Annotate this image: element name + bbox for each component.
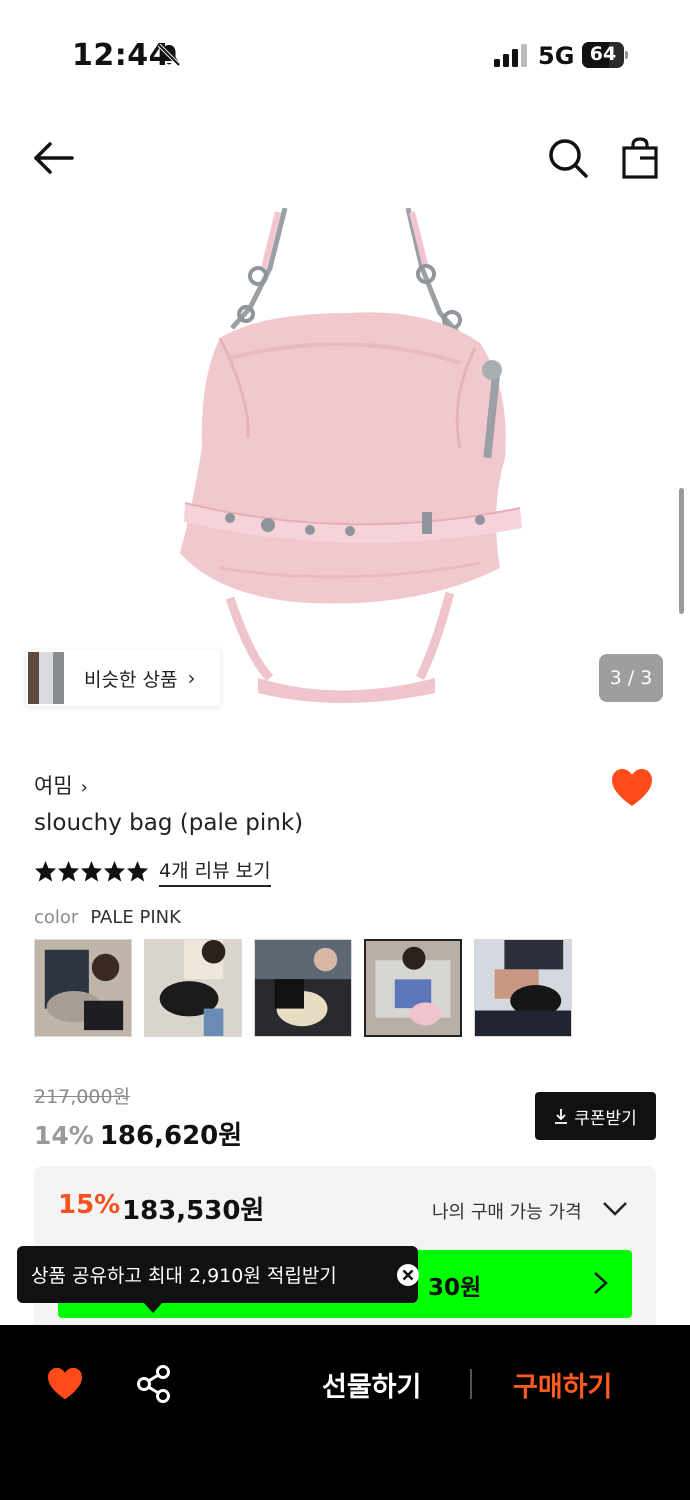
scroll-indicator[interactable] (679, 488, 684, 614)
star-icon (126, 860, 149, 882)
similar-product-thumbnail (28, 652, 64, 704)
share-reward-tooltip: 상품 공유하고 최대 2,910원 적립받기 (17, 1246, 419, 1313)
similar-products-label: 비슷한 상품 (84, 668, 178, 691)
best-discount-percent: 15% (58, 1190, 121, 1220)
best-price: 183,530원 (122, 1196, 265, 1226)
chevron-right-icon: › (80, 777, 88, 798)
chevron-right-icon: › (187, 666, 196, 690)
star-icon (80, 860, 103, 882)
shopping-bag-icon[interactable] (620, 136, 660, 180)
rating: 4개 리뷰 보기 (34, 856, 271, 887)
tooltip-arrow (143, 1302, 163, 1313)
sale-price: 186,620원 (99, 1121, 243, 1151)
close-icon[interactable] (397, 1264, 419, 1286)
color-swatch[interactable] (364, 939, 462, 1037)
top-navigation (0, 126, 690, 190)
star-rating (34, 860, 149, 882)
coupon-label: 쿠폰받기 (574, 1108, 637, 1129)
chevron-down-icon[interactable] (602, 1200, 628, 1218)
bell-muted-icon (157, 43, 181, 67)
download-icon (555, 1109, 568, 1124)
image-page-counter: 3 / 3 (599, 654, 663, 702)
chevron-right-icon (594, 1272, 608, 1294)
bottom-action-bar: 선물하기 구매하기 (0, 1325, 690, 1500)
color-swatch[interactable] (34, 939, 132, 1037)
discount-percent: 14% (34, 1121, 94, 1150)
color-swatch[interactable] (254, 939, 352, 1037)
heart-icon[interactable] (610, 768, 654, 808)
sale-price-row: 14% 186,620원 (34, 1115, 242, 1152)
search-icon[interactable] (546, 136, 590, 180)
signal-icon (494, 44, 527, 67)
color-option: color PALE PINK (34, 907, 181, 928)
share-icon[interactable] (136, 1365, 172, 1403)
color-swatches (34, 939, 584, 1037)
brand-link[interactable]: 여밈 › (34, 770, 88, 800)
benefit-amount: 30원 (428, 1275, 482, 1301)
network-type: 5G (538, 42, 575, 70)
battery-icon: 64 (582, 42, 628, 68)
my-price-toggle[interactable]: 나의 구매 가능 가격 (432, 1198, 582, 1224)
color-swatch[interactable] (474, 939, 572, 1037)
review-link[interactable]: 4개 리뷰 보기 (159, 856, 271, 887)
brand-name: 여밈 (34, 774, 73, 798)
color-label: color (34, 907, 79, 928)
color-value: PALE PINK (90, 907, 181, 928)
star-icon (57, 860, 80, 882)
original-price: 217,000원 (34, 1086, 131, 1108)
heart-icon[interactable] (46, 1367, 84, 1401)
status-bar: 12:44 5G 64 (0, 0, 690, 110)
battery-level: 64 (589, 43, 617, 65)
similar-products-button[interactable]: 비슷한 상품 › (26, 650, 220, 706)
gift-button[interactable]: 선물하기 (322, 1365, 421, 1404)
coupon-button[interactable]: 쿠폰받기 (535, 1092, 656, 1140)
buy-button[interactable]: 구매하기 (513, 1365, 612, 1404)
arrow-left-icon[interactable] (32, 138, 76, 178)
star-icon (103, 860, 126, 882)
star-icon (34, 860, 57, 882)
divider (470, 1369, 472, 1399)
tooltip-text: 상품 공유하고 최대 2,910원 적립받기 (31, 1265, 337, 1287)
product-image (180, 208, 522, 703)
product-title: slouchy bag (pale pink) (34, 810, 304, 836)
color-swatch[interactable] (144, 939, 242, 1037)
